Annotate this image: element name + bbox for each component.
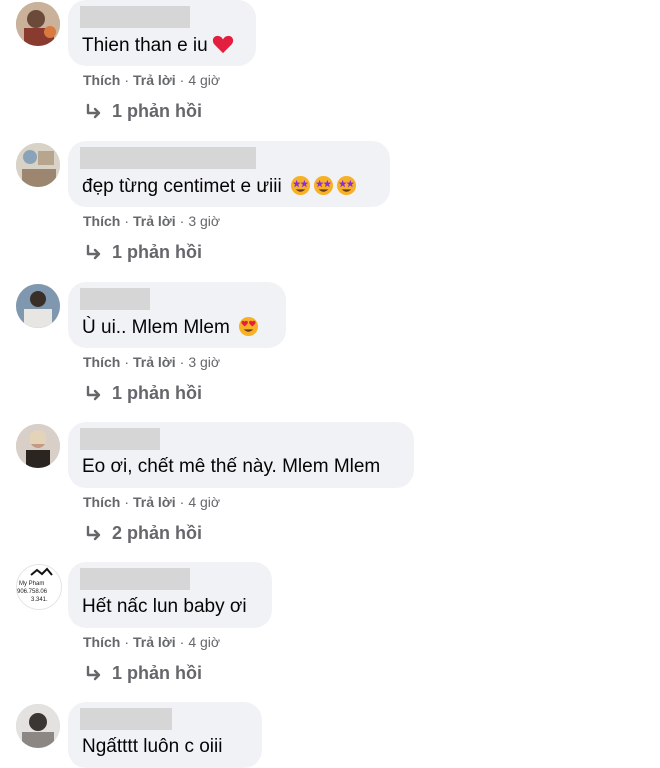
reply-arrow-icon bbox=[86, 665, 101, 680]
heart-eyes-emoji-icon bbox=[238, 316, 258, 337]
commenter-name[interactable] bbox=[80, 147, 256, 169]
comment-2: đẹp từng centimet e ưiii Thích · Trả lời · 3… bbox=[0, 141, 660, 281]
avatar[interactable] bbox=[16, 284, 60, 328]
comment-actions: Thích · Trả lời · 3 giờ bbox=[83, 213, 221, 229]
avatar[interactable] bbox=[16, 704, 60, 748]
avatar[interactable] bbox=[16, 143, 60, 187]
view-replies-button[interactable]: 1 phản hồi bbox=[84, 242, 202, 263]
comment-bubble: Ngấtttt luôn c oiii bbox=[68, 702, 262, 768]
reply-link[interactable]: Trả lời bbox=[133, 213, 176, 229]
star-struck-emoji-icon bbox=[290, 175, 310, 196]
comment-time[interactable]: 3 giờ bbox=[188, 213, 220, 229]
comment-actions: Thích · Trả lời · 4 giờ bbox=[83, 634, 221, 650]
avatar[interactable] bbox=[16, 2, 60, 46]
comment-bubble: Eo ơi, chết mê thế này. Mlem Mlem bbox=[68, 422, 414, 488]
comment-bubble: Hết nấc lun baby ơi bbox=[68, 562, 272, 628]
like-link[interactable]: Thích bbox=[83, 354, 120, 370]
comment-actions: Thích · Trả lời · 4 giờ bbox=[83, 494, 221, 510]
commenter-name[interactable] bbox=[80, 708, 172, 730]
comment-3: Ù ui.. Mlem Mlem Thích · Trả lời · 3 giờ 1 p… bbox=[0, 282, 660, 422]
comment-text: Ngấtttt luôn c oiii bbox=[82, 736, 223, 757]
comment-actions: Thích · Trả lời · 4 giờ bbox=[83, 72, 221, 88]
logo-line-1: My Pham bbox=[19, 581, 44, 587]
replies-count: 1 phản hồi bbox=[112, 383, 202, 403]
comment-text: Ù ui.. Mlem Mlem bbox=[82, 316, 259, 339]
comment-bubble: Thien than e iu bbox=[68, 0, 256, 66]
comment-time[interactable]: 4 giờ bbox=[188, 634, 220, 650]
reply-arrow-icon bbox=[86, 525, 101, 540]
commenter-name[interactable] bbox=[80, 6, 190, 28]
view-replies-button[interactable]: 1 phản hồi bbox=[84, 101, 202, 122]
like-link[interactable]: Thích bbox=[83, 634, 120, 650]
reply-link[interactable]: Trả lời bbox=[133, 494, 176, 510]
comment-bubble: Ù ui.. Mlem Mlem bbox=[68, 282, 286, 348]
comment-5: My Pham 906.758.06 3.341. Hết nấc lun ba… bbox=[0, 562, 660, 702]
replies-count: 2 phản hồi bbox=[112, 523, 202, 543]
star-struck-emoji-icon bbox=[336, 175, 356, 196]
reply-arrow-icon bbox=[86, 385, 101, 400]
like-link[interactable]: Thích bbox=[83, 213, 120, 229]
comment-6: Ngấtttt luôn c oiii bbox=[0, 702, 660, 768]
heart-icon bbox=[212, 35, 233, 54]
comment-text: Hết nấc lun baby ơi bbox=[82, 596, 247, 617]
comment-text: đẹp từng centimet e ưiii bbox=[82, 175, 357, 198]
replies-count: 1 phản hồi bbox=[112, 101, 202, 121]
comment-bubble: đẹp từng centimet e ưiii bbox=[68, 141, 390, 207]
reply-link[interactable]: Trả lời bbox=[133, 634, 176, 650]
logo-line-2: 906.758.06 bbox=[17, 589, 48, 595]
comment-time[interactable]: 4 giờ bbox=[188, 72, 220, 88]
commenter-name[interactable] bbox=[80, 568, 190, 590]
reply-arrow-icon bbox=[86, 244, 101, 259]
view-replies-button[interactable]: 2 phản hồi bbox=[84, 523, 202, 544]
comment-4: Eo ơi, chết mê thế này. Mlem Mlem Thích ·… bbox=[0, 422, 660, 562]
view-replies-button[interactable]: 1 phản hồi bbox=[84, 663, 202, 684]
avatar[interactable] bbox=[16, 424, 60, 468]
replies-count: 1 phản hồi bbox=[112, 242, 202, 262]
reply-link[interactable]: Trả lời bbox=[133, 72, 176, 88]
commenter-name[interactable] bbox=[80, 428, 160, 450]
commenter-name[interactable] bbox=[80, 288, 150, 310]
logo-line-3: 3.341. bbox=[31, 597, 48, 603]
view-replies-button[interactable]: 1 phản hồi bbox=[84, 383, 202, 404]
comment-time[interactable]: 4 giờ bbox=[188, 494, 220, 510]
replies-count: 1 phản hồi bbox=[112, 663, 202, 683]
star-struck-emoji-icon bbox=[313, 175, 333, 196]
avatar[interactable]: My Pham 906.758.06 3.341. bbox=[16, 564, 62, 610]
comment-text: Thien than e iu bbox=[82, 34, 234, 57]
comment-1: Thien than e iu Thích · Trả lời · 4 giờ 1 ph… bbox=[0, 0, 660, 140]
comment-actions: Thích · Trả lời · 3 giờ bbox=[83, 354, 221, 370]
reply-link[interactable]: Trả lời bbox=[133, 354, 176, 370]
comment-text: Eo ơi, chết mê thế này. Mlem Mlem bbox=[82, 456, 381, 477]
like-link[interactable]: Thích bbox=[83, 494, 120, 510]
comment-time[interactable]: 3 giờ bbox=[188, 354, 220, 370]
reply-arrow-icon bbox=[86, 103, 101, 118]
like-link[interactable]: Thích bbox=[83, 72, 120, 88]
shop-logo: My Pham 906.758.06 3.341. bbox=[17, 565, 61, 609]
